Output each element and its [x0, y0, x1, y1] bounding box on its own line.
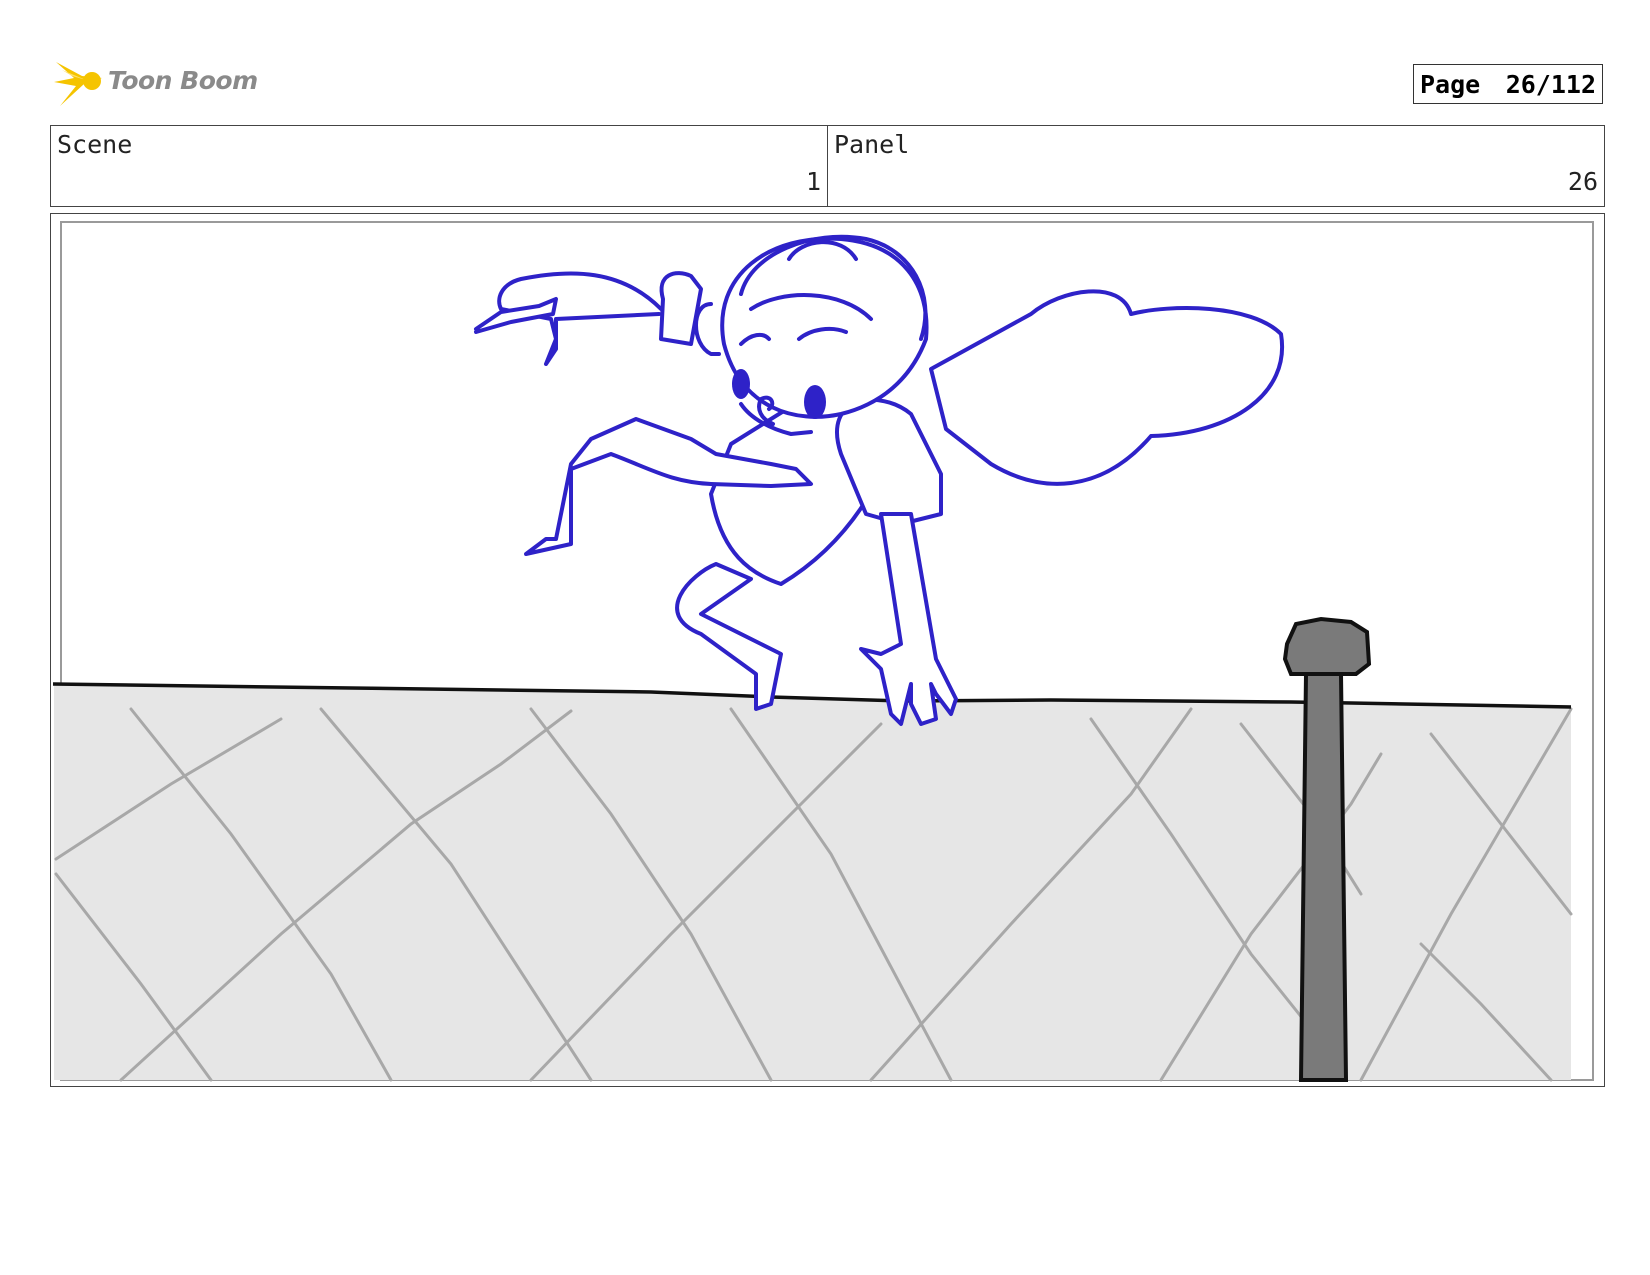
- character-eye-right: [804, 385, 826, 419]
- page-label: Page: [1420, 69, 1481, 99]
- page-indicator: Page 26/112: [1413, 64, 1603, 104]
- page-number: 26/112: [1505, 69, 1596, 99]
- fence-post-cap: [1282, 616, 1372, 676]
- panel-label: Panel: [834, 130, 910, 159]
- character-sketch: [474, 234, 1285, 726]
- storyboard-drawing: [52, 221, 1594, 1082]
- character-eye-left: [732, 369, 750, 399]
- logo-text: Toon Boom: [108, 66, 258, 95]
- scene-cell: Scene 1: [51, 126, 827, 206]
- scene-number: 1: [805, 167, 821, 196]
- fence-post: [1298, 672, 1349, 1082]
- storyboard-frame: [50, 213, 1605, 1087]
- starburst-icon: [54, 62, 102, 106]
- scene-label: Scene: [57, 130, 133, 159]
- panel-cell: Panel 26: [827, 126, 1604, 206]
- toon-boom-logo: Toon Boom: [52, 56, 258, 110]
- scene-panel-info: Scene 1 Panel 26: [50, 125, 1605, 207]
- panel-number: 26: [1567, 167, 1598, 196]
